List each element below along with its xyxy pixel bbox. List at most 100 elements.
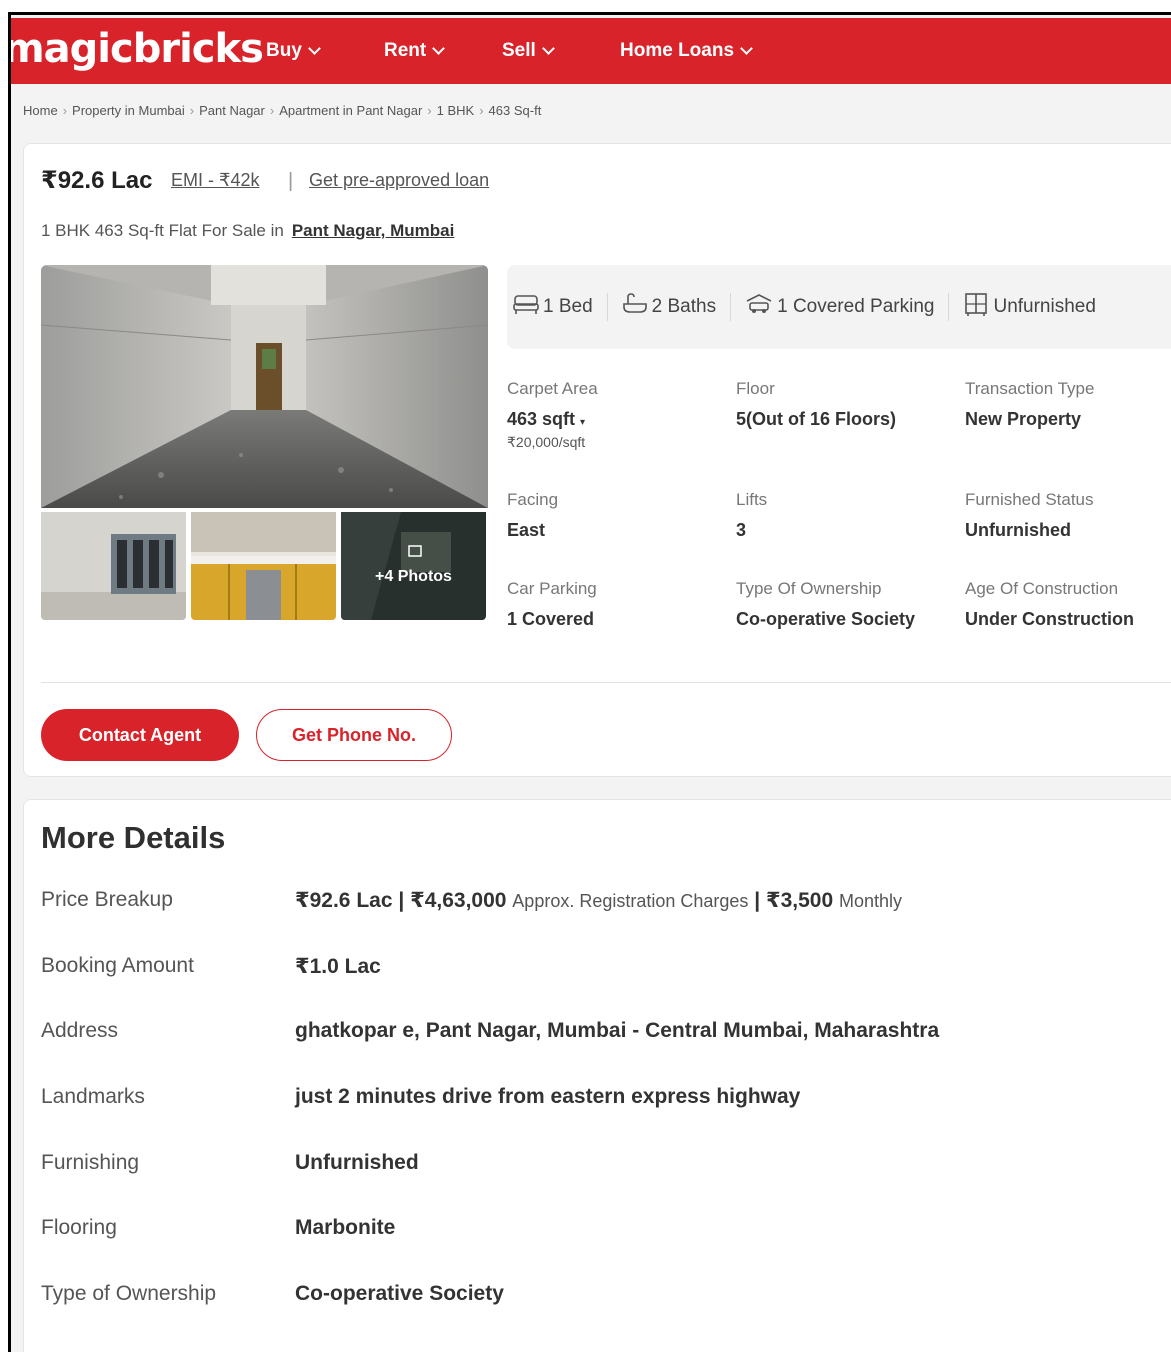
nav-home-loans[interactable]: Home Loans — [620, 40, 753, 62]
more-photos-label: +4 Photos — [375, 568, 452, 585]
divider-pipe: | — [288, 170, 294, 192]
breadcrumb-item[interactable]: Property in Mumbai — [72, 103, 185, 118]
thumbnail-photo[interactable] — [41, 512, 186, 620]
detail-key: Price Breakup — [41, 888, 173, 911]
bath-label: 2 Baths — [651, 296, 717, 317]
detail-value: ₹92.6 Lac | ₹4,63,000 Approx. Registrati… — [295, 889, 903, 912]
car-icon — [745, 293, 777, 321]
caret-down-icon: ▾ — [580, 417, 586, 428]
parking-amenity: 1 Covered Parking — [745, 293, 950, 321]
furnishing-amenity: Unfurnished — [963, 293, 1109, 321]
property-summary-card: ₹92.6 Lac EMI - ₹42k | Get pre-approved … — [23, 143, 1171, 777]
more-photos-thumbnail[interactable]: +4 Photos — [341, 512, 486, 620]
nav-home-loans-label: Home Loans — [620, 40, 735, 61]
bed-label: 1 Bed — [543, 296, 593, 317]
attr-ownership: Type Of Ownership Co-operative Society — [736, 579, 915, 630]
chevron-down-icon — [740, 42, 753, 55]
nav-sell[interactable]: Sell — [502, 40, 555, 62]
detail-key: Landmarks — [41, 1085, 145, 1108]
nav-rent[interactable]: Rent — [384, 40, 446, 62]
top-navigation-bar: magicbricks Buy Rent Sell Home Loans — [11, 18, 1171, 84]
attr-label: Lifts — [736, 490, 768, 509]
attr-value: Unfurnished — [965, 520, 1071, 540]
bed-icon — [513, 293, 543, 321]
amenities-bar: 1 Bed 2 Baths 1 Covered Parking Unfurnis… — [507, 265, 1171, 349]
attr-label: Furnished Status — [965, 490, 1094, 509]
attr-value: 1 Covered — [507, 609, 595, 629]
detail-key: Booking Amount — [41, 954, 194, 977]
bath-amenity: 2 Baths — [622, 293, 732, 321]
pre-approved-loan-link[interactable]: Get pre-approved loan — [309, 170, 489, 191]
price: ₹92.6 Lac — [41, 167, 153, 194]
nav-buy-label: Buy — [266, 40, 302, 61]
attr-value[interactable]: 463 sqft ▾ — [507, 409, 598, 430]
furnishing-label: Unfurnished — [993, 296, 1096, 317]
breadcrumb-item: 463 Sq-ft — [488, 103, 542, 118]
detail-row-landmarks: Landmarks just 2 minutes drive from east… — [41, 1085, 1161, 1115]
attr-value: East — [507, 520, 546, 540]
detail-value: Unfurnished — [295, 1151, 419, 1174]
attr-value: Under Construction — [965, 609, 1134, 629]
location-link[interactable]: Pant Nagar, Mumbai — [292, 221, 454, 240]
attr-label: Facing — [507, 490, 559, 509]
browser-viewport: magicbricks Buy Rent Sell Home Loans Hom… — [8, 12, 1171, 1352]
bath-icon — [622, 293, 652, 321]
detail-row-ownership: Type of Ownership Co-operative Society — [41, 1282, 1161, 1312]
detail-value: ghatkopar e, Pant Nagar, Mumbai - Centra… — [295, 1019, 940, 1042]
attr-facing: Facing East — [507, 490, 558, 541]
detail-row-flooring: Flooring Marbonite — [41, 1216, 1161, 1246]
detail-row-price-breakup: Price Breakup ₹92.6 Lac | ₹4,63,000 Appr… — [41, 888, 1161, 918]
detail-row-booking-amount: Booking Amount ₹1.0 Lac — [41, 954, 1161, 984]
attr-transaction-type: Transaction Type New Property — [965, 379, 1094, 430]
contact-agent-button[interactable]: Contact Agent — [41, 709, 239, 761]
nav-buy[interactable]: Buy — [266, 40, 321, 62]
detail-row-furnishing: Furnishing Unfurnished — [41, 1151, 1161, 1181]
attr-label: Age Of Construction — [965, 579, 1119, 598]
breadcrumb-item[interactable]: Home — [23, 103, 58, 118]
attr-floor: Floor 5(Out of 16 Floors) — [736, 379, 896, 430]
divider — [41, 682, 1171, 683]
listing-title-text: 1 BHK 463 Sq-ft Flat For Sale in — [41, 221, 284, 240]
emi-link[interactable]: EMI - ₹42k — [171, 170, 259, 191]
attr-label: Transaction Type — [965, 379, 1095, 398]
wardrobe-icon — [963, 292, 993, 322]
breadcrumb: Home › Property in Mumbai › Pant Nagar › Apart… — [23, 103, 542, 118]
chevron-down-icon — [541, 42, 555, 55]
breadcrumb-item[interactable]: 1 BHK — [437, 103, 475, 118]
attr-label: Type Of Ownership — [736, 579, 882, 598]
detail-key: Type of Ownership — [41, 1282, 217, 1305]
chevron-down-icon — [432, 42, 446, 55]
attr-furnished-status: Furnished Status Unfurnished — [965, 490, 1094, 541]
detail-key: Furnishing — [41, 1151, 140, 1174]
attr-value: New Property — [965, 409, 1082, 429]
detail-row-address: Address ghatkopar e, Pant Nagar, Mumbai … — [41, 1019, 1161, 1049]
attr-lifts: Lifts 3 — [736, 490, 767, 541]
parking-label: 1 Covered Parking — [777, 296, 935, 317]
chevron-down-icon — [308, 42, 321, 55]
detail-value: Co-operative Society — [295, 1282, 504, 1305]
get-phone-button[interactable]: Get Phone No. — [256, 709, 452, 761]
attr-value: 3 — [736, 520, 747, 540]
bed-amenity: 1 Bed — [513, 293, 608, 321]
listing-title: 1 BHK 463 Sq-ft Flat For Sale in Pant Nag… — [41, 221, 454, 241]
attr-carpet-area: Carpet Area 463 sqft ▾ ₹20,000/sqft — [507, 379, 598, 451]
section-title: More Details — [41, 820, 226, 855]
detail-key: Address — [41, 1019, 119, 1042]
attr-age-of-construction: Age Of Construction Under Construction — [965, 579, 1134, 630]
breadcrumb-item[interactable]: Apartment in Pant Nagar — [279, 103, 422, 118]
detail-value: Marbonite — [295, 1216, 396, 1239]
thumbnail-photo[interactable] — [191, 512, 336, 620]
attr-car-parking: Car Parking 1 Covered — [507, 579, 597, 630]
detail-value: ₹1.0 Lac — [295, 955, 381, 978]
more-details-card: More Details Price Breakup ₹92.6 Lac | ₹… — [23, 799, 1171, 1352]
attr-value: Co-operative Society — [736, 609, 916, 629]
price-per-sqft: ₹20,000/sqft — [507, 434, 586, 450]
breadcrumb-item[interactable]: Pant Nagar — [199, 103, 265, 118]
magicbricks-logo[interactable]: magicbricks — [11, 26, 264, 72]
attr-label: Carpet Area — [507, 379, 598, 398]
nav-sell-label: Sell — [502, 40, 536, 61]
attr-label: Car Parking — [507, 579, 597, 598]
attr-value: 5(Out of 16 Floors) — [736, 409, 897, 429]
main-property-photo[interactable] — [41, 265, 488, 508]
detail-key: Flooring — [41, 1216, 117, 1239]
